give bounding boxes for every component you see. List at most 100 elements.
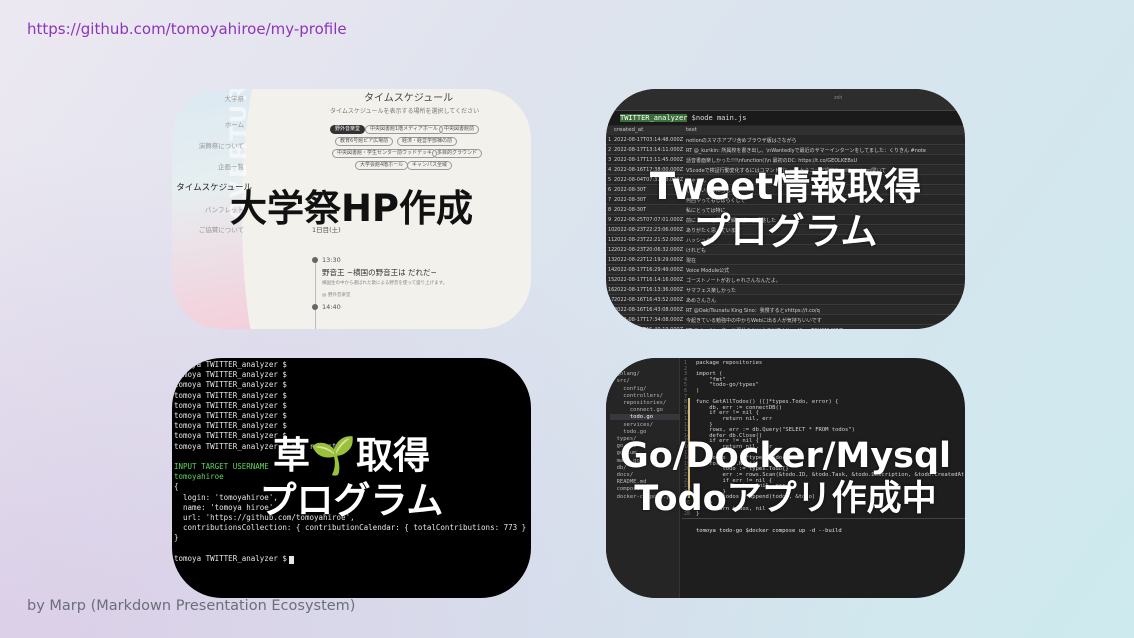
site-subheading: タイムスケジュールを表示する場所を選択してください bbox=[330, 108, 480, 115]
column-header: text bbox=[686, 127, 697, 133]
terminal-line: tomoya TWITTER_analyzer $ bbox=[174, 360, 287, 369]
site-nav-home[interactable]: ホーム bbox=[172, 119, 244, 129]
file-tree-item[interactable]: todo.go bbox=[610, 429, 680, 435]
venue-button[interactable]: 教育6号館ピア広場前 bbox=[335, 137, 394, 146]
terminal-line: tomoya TWITTER_analyzer $ bbox=[174, 390, 287, 400]
table-row: 1 2022-08-17T03:14:48.000Z notionのスマホアプリ含め… bbox=[606, 136, 965, 145]
table-row: 15 2022-08-17T16:14:16.000Z ゴーストノートがおしゃれさん… bbox=[606, 276, 965, 285]
cell-created-at: 2022-08-16T16:43:08.000Z bbox=[614, 307, 684, 313]
row-index: 9 bbox=[608, 217, 612, 223]
file-tree-item[interactable]: controllers/ bbox=[610, 393, 680, 399]
cell-created-at: 2022-08-17T16:29:49.000Z bbox=[614, 267, 684, 273]
cell-created-at: 2022-08-25T07:07:01.000Z bbox=[614, 217, 684, 223]
table-row: 7 2022-08-30T 何回やってもしばらくして bbox=[606, 196, 965, 205]
file-tree-item[interactable]: docs/ bbox=[610, 472, 680, 478]
terminal-line: tomoyahiroe bbox=[174, 472, 224, 482]
code-line: } bbox=[696, 511, 700, 518]
terminal-line: tomoya TWITTER_analyzer $ bbox=[174, 380, 287, 390]
file-tree-item[interactable]: go.mod bbox=[610, 443, 680, 449]
terminal-line: contributionsCollection: { contributionC… bbox=[174, 523, 531, 533]
file-tree-item[interactable]: db/ bbox=[610, 465, 680, 471]
cell-created-at: 2022-08-17T17:34:08.000Z bbox=[614, 317, 684, 323]
file-tree-item[interactable]: services/ bbox=[610, 422, 680, 428]
cell-text: 今起きている勉強中の中からWebに出る人が気持ちいいです bbox=[686, 318, 822, 324]
cell-text: notionのスマホアプリ含めブラウザ版はさながら bbox=[686, 138, 797, 144]
site-vertical-text: OVERTURE bbox=[227, 89, 252, 219]
code-line: ) bbox=[696, 388, 700, 394]
cell-created-at: 2022-08-04T07:37:38.000Z bbox=[614, 177, 684, 183]
row-index: 6 bbox=[608, 187, 612, 193]
row-index: 8 bbox=[608, 207, 612, 213]
card-tweet-fetch-program[interactable]: zsh TWITTER_analyzer $node main.js creat… bbox=[606, 89, 965, 329]
cell-text: ありがたく思っています bbox=[686, 228, 741, 234]
file-tree-item[interactable]: main.go bbox=[610, 458, 680, 464]
card-todo-app[interactable]: app/ golang/ src/ config/ controllers/ r… bbox=[606, 358, 965, 598]
venue-button[interactable]: 中央図書館1階メディアホール bbox=[365, 125, 443, 134]
terminal-prompt-bar: TWITTER_analyzer $node main.js bbox=[606, 111, 965, 125]
file-tree-item[interactable]: connect.go bbox=[610, 407, 680, 413]
file-tree-item[interactable]: todo.go bbox=[610, 414, 680, 421]
file-tree-item[interactable]: types/ bbox=[610, 436, 680, 442]
cell-text: 現在 bbox=[686, 258, 697, 264]
venue-button[interactable]: 中央図書館・学生センター前ウッドデッキ bbox=[332, 149, 438, 158]
site-nav-pamphlet[interactable]: パンフレット bbox=[172, 204, 244, 214]
cell-created-at: 2022-08-17T03:14:48.000Z bbox=[614, 137, 684, 143]
terminal-line: login: 'tomoyahiroe', bbox=[174, 492, 278, 502]
code-line: package repositories bbox=[696, 360, 763, 366]
table-header: created_at text bbox=[606, 126, 965, 135]
timeline-dot bbox=[312, 304, 318, 310]
table-row: 4 2022-08-16T17:38:00.000Z VScodeで検証行動変化する… bbox=[606, 166, 965, 175]
timeline-line bbox=[315, 259, 316, 329]
terminal-line: tomoya TWITTER_analyzer $ bbox=[174, 553, 287, 563]
window-title: zsh bbox=[834, 95, 843, 101]
file-tree-item[interactable]: go.sum bbox=[610, 450, 680, 456]
venue-button[interactable]: 野外音楽堂 bbox=[330, 125, 366, 134]
file-tree-item[interactable]: repositories/ bbox=[610, 400, 680, 406]
site-nav-schedule[interactable]: タイムスケジュール bbox=[172, 181, 252, 193]
code-line: return todos, nil bbox=[696, 505, 766, 512]
cell-text: 何回やってもしばらくして bbox=[686, 198, 746, 204]
cell-text: 前にミラーを同意を繰り返すと調整した bbox=[686, 218, 777, 224]
site-nav-events[interactable]: 企画一覧 bbox=[172, 161, 244, 171]
code-line: "todo-go/types" bbox=[696, 382, 759, 389]
terminal-line: tomoya TWITTER_analyzer $ bbox=[174, 411, 287, 420]
venue-button[interactable]: 経済・経営学部棟の前 bbox=[397, 137, 458, 146]
table-row: 12 2022-08-23T20:06:32.000Z けれども bbox=[606, 246, 965, 255]
row-index: 7 bbox=[608, 197, 612, 203]
site-nav-sponsor[interactable]: ご協賛について bbox=[172, 224, 244, 234]
table-row: 18 2022-08-16T16:43:08.000Z RT @Oak/Tsunat… bbox=[606, 306, 965, 315]
venue-button[interactable]: 大学会館4階ホール bbox=[355, 161, 409, 170]
row-index: 5 bbox=[608, 177, 612, 183]
file-tree-item[interactable]: docker-compose.yml bbox=[610, 494, 680, 500]
table-row: 202022-08-09T15:40:19.000ZRT @_kurikin: … bbox=[606, 326, 965, 329]
file-tree-item[interactable]: src/ bbox=[610, 378, 680, 384]
file-tree-item[interactable]: app/ bbox=[610, 364, 680, 370]
terminal-line: tomoya TWITTER_analyzer $ bbox=[174, 370, 287, 380]
header-url-link[interactable]: https://github.com/tomoyahiroe/my-profil… bbox=[27, 20, 347, 38]
file-tree-item[interactable]: README.md bbox=[610, 479, 680, 485]
table-row: 5 2022-08-04T07:37:38.000Z じゃーん bbox=[606, 176, 965, 185]
schedule-date: 1日目(土) bbox=[312, 226, 341, 234]
footer-credit: by Marp (Markdown Presentation Ecosystem… bbox=[27, 598, 356, 614]
file-tree-item[interactable]: config/ bbox=[610, 386, 680, 392]
terminal-line: } bbox=[174, 533, 179, 543]
terminal-line: tomoya TWITTER_analyzer $ bbox=[174, 400, 287, 410]
cell-created-at: 2022-08-17T13:14:11.000Z bbox=[614, 147, 684, 153]
cell-text: しつこいかったらしい bbox=[686, 188, 736, 194]
table-row: 16 2022-08-17T16:13:36.000Z サマフェス楽しかった bbox=[606, 286, 965, 295]
cell-created-at: 2022-08-17T16:14:16.000Z bbox=[614, 277, 684, 283]
terminal-line: tomoya TWITTER_analyzer $ npm run start bbox=[174, 441, 351, 451]
file-tree-item[interactable]: compose.yml bbox=[610, 486, 680, 492]
card-contribution-fetch-program[interactable]: tomoya TWITTER_analyzer $ tomoya TWITTER_… bbox=[172, 358, 531, 598]
venue-button[interactable]: 中央図書館前 bbox=[439, 125, 480, 134]
site-nav-about[interactable]: 演舞祭について bbox=[172, 140, 244, 150]
table-row: 3 2022-08-17T13:11:45.000Z 話音書面楽しかった!!!\nf… bbox=[606, 156, 965, 165]
file-tree-item[interactable]: golang/ bbox=[610, 371, 680, 377]
prompt-command: $node main.js bbox=[691, 114, 747, 122]
cell-created-at: 2022-08-30T bbox=[614, 187, 647, 193]
terminal-line: url: 'https://github.com/tomoyahiroe', bbox=[174, 513, 355, 522]
venue-button[interactable]: キャンパス全域 bbox=[407, 161, 453, 170]
card-university-festival-site[interactable]: OVERTURE 大学祭 ホーム 演舞祭について 企画一覧 タイムスケジュール … bbox=[172, 89, 531, 329]
cell-created-at: 2022-08-30T bbox=[614, 207, 647, 213]
venue-button[interactable]: 多目的グラウンド bbox=[432, 149, 483, 158]
